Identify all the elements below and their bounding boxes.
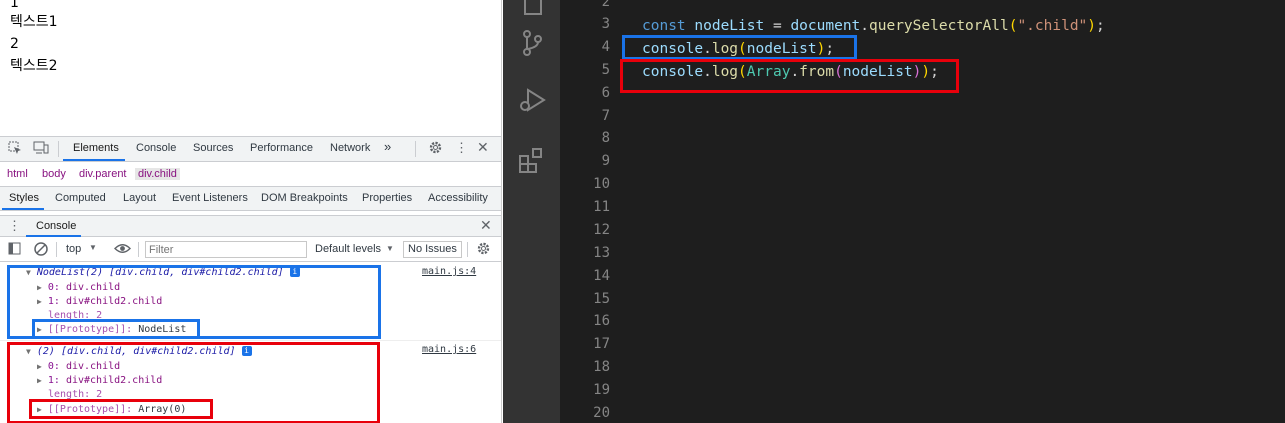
page-line-4: 텍스트2 xyxy=(10,58,58,74)
line-number: 15 xyxy=(593,291,610,307)
drawer-close-icon[interactable]: ✕ xyxy=(480,217,492,234)
page-line-2: 텍스트1 xyxy=(10,14,58,30)
activity-bar xyxy=(503,0,560,423)
highlight-box-blue-prototype xyxy=(32,319,200,339)
issues-button[interactable]: No Issues xyxy=(403,241,462,258)
eye-icon[interactable] xyxy=(114,242,131,258)
device-toolbar-icon[interactable] xyxy=(33,141,49,158)
kebab-menu-icon[interactable]: ⋮ xyxy=(455,140,468,156)
line-number: 13 xyxy=(593,245,610,261)
tab-accessibility[interactable]: Accessibility xyxy=(428,192,488,204)
console-toolbar: top ▼ Default levels ▼ No Issues xyxy=(0,237,501,262)
source-link[interactable]: main.js:4 xyxy=(422,266,476,277)
context-selector[interactable]: top xyxy=(66,243,81,255)
web-page: 1 텍스트1 2 텍스트2 xyxy=(0,0,501,136)
line-number: 9 xyxy=(601,153,610,169)
line-number: 20 xyxy=(593,405,610,421)
source-control-icon[interactable] xyxy=(517,28,547,58)
line-number: 4 xyxy=(601,39,610,55)
tab-dom-breakpoints[interactable]: DOM Breakpoints xyxy=(261,192,348,204)
tab-computed[interactable]: Computed xyxy=(55,192,106,204)
breadcrumb: html body div.parent div.child xyxy=(0,163,501,187)
breadcrumb-div-child[interactable]: div.child xyxy=(135,168,180,180)
line-number: 16 xyxy=(593,313,610,329)
breadcrumb-div-parent[interactable]: div.parent xyxy=(79,168,127,180)
tab-properties[interactable]: Properties xyxy=(362,192,412,204)
tab-network[interactable]: Network xyxy=(330,142,370,154)
breadcrumb-body[interactable]: body xyxy=(42,168,66,180)
drawer-menu-icon[interactable]: ⋮ xyxy=(8,218,21,234)
line-number: 17 xyxy=(593,336,610,352)
line-number: 5 xyxy=(601,62,610,78)
code-editor: 2 3 4 5 6 7 8 9 10 11 12 13 14 15 16 17 … xyxy=(503,0,1285,423)
sidebar-toggle-icon[interactable] xyxy=(8,242,21,258)
console-settings-gear-icon[interactable] xyxy=(476,241,491,259)
line-number: 14 xyxy=(593,268,610,284)
line-number: 19 xyxy=(593,382,610,398)
files-icon[interactable] xyxy=(517,0,547,18)
tab-sources[interactable]: Sources xyxy=(193,142,233,154)
code-line-3[interactable]: const nodeList = document.querySelectorA… xyxy=(642,18,1105,34)
page-line-1: 1 xyxy=(10,0,19,11)
extensions-icon[interactable] xyxy=(517,145,547,175)
more-tabs-button[interactable]: » xyxy=(384,139,391,154)
tab-event-listeners[interactable]: Event Listeners xyxy=(172,192,248,204)
line-number: 6 xyxy=(601,85,610,101)
context-dropdown-icon[interactable]: ▼ xyxy=(89,243,97,252)
highlight-box-red-code xyxy=(620,59,959,93)
close-icon[interactable]: ✕ xyxy=(477,139,489,156)
tab-console[interactable]: Console xyxy=(136,142,176,154)
source-link[interactable]: main.js:6 xyxy=(422,344,476,355)
console-drawer-header: ⋮ Console ✕ xyxy=(0,215,501,237)
line-number: 12 xyxy=(593,222,610,238)
run-debug-icon[interactable] xyxy=(517,85,547,115)
line-number: 18 xyxy=(593,359,610,375)
clear-console-icon[interactable] xyxy=(34,242,48,259)
devtools: Elements Console Sources Performance Net… xyxy=(0,136,501,423)
line-number: 10 xyxy=(593,176,610,192)
drawer-tab-console[interactable]: Console xyxy=(36,220,76,232)
line-number: 7 xyxy=(601,108,610,124)
gear-icon[interactable] xyxy=(428,140,443,158)
line-number: 11 xyxy=(593,199,610,215)
browser-panel: 1 텍스트1 2 텍스트2 Elements Console Sources P… xyxy=(0,0,502,423)
inspect-element-icon[interactable] xyxy=(8,141,22,158)
levels-chevron-down-icon[interactable]: ▼ xyxy=(386,244,394,253)
log-levels-dropdown[interactable]: Default levels xyxy=(315,243,381,255)
page-line-3: 2 xyxy=(10,36,19,52)
tab-performance[interactable]: Performance xyxy=(250,142,313,154)
breadcrumb-html[interactable]: html xyxy=(7,168,28,180)
tab-styles[interactable]: Styles xyxy=(9,192,39,204)
tab-elements[interactable]: Elements xyxy=(73,142,119,154)
tab-layout[interactable]: Layout xyxy=(123,192,156,204)
line-number: 2 xyxy=(601,0,610,10)
devtools-tabbar: Elements Console Sources Performance Net… xyxy=(0,137,501,162)
highlight-box-red-prototype xyxy=(29,399,213,419)
highlight-box-blue-code xyxy=(622,35,857,60)
console-filter-input[interactable] xyxy=(145,241,307,258)
styles-panel-tabs: Styles Computed Layout Event Listeners D… xyxy=(0,187,501,211)
line-number: 3 xyxy=(601,16,610,32)
line-number: 8 xyxy=(601,130,610,146)
line-number-gutter: 2 3 4 5 6 7 8 9 10 11 12 13 14 15 16 17 … xyxy=(560,0,620,423)
